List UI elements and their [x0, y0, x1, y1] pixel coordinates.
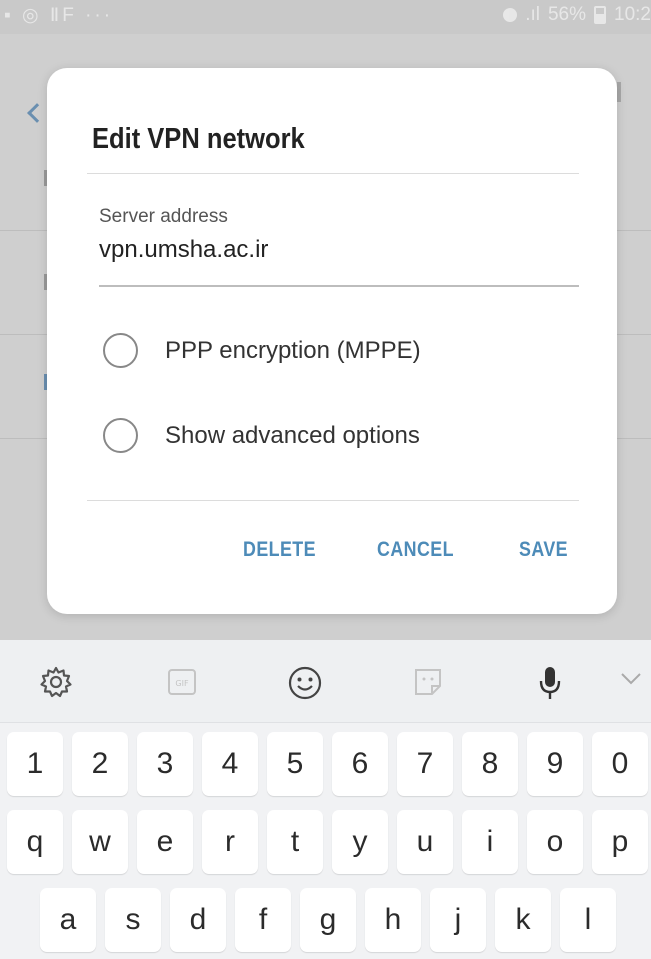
- key-8[interactable]: 8: [462, 732, 518, 796]
- key-s[interactable]: s: [105, 888, 161, 952]
- key-w[interactable]: w: [72, 810, 128, 874]
- key-y[interactable]: y: [332, 810, 388, 874]
- settings-icon[interactable]: [38, 664, 74, 700]
- gif-icon[interactable]: GIF: [164, 664, 200, 700]
- key-j[interactable]: j: [430, 888, 486, 952]
- save-button[interactable]: SAVE: [519, 538, 568, 562]
- show-advanced-radio[interactable]: [103, 418, 138, 453]
- title-divider: [87, 173, 579, 174]
- key-1[interactable]: 1: [7, 732, 63, 796]
- key-g[interactable]: g: [300, 888, 356, 952]
- clock: 10:2: [614, 4, 651, 25]
- key-7[interactable]: 7: [397, 732, 453, 796]
- battery-percent: 56%: [547, 4, 587, 25]
- show-advanced-label: Show advanced options: [165, 421, 420, 449]
- signal-icon: .ıl: [525, 4, 540, 25]
- key-q[interactable]: q: [7, 810, 63, 874]
- soft-keyboard: GIF 1 2 3 4 5 6 7 8 9 0 q w e r t y u i …: [0, 640, 651, 959]
- buttons-divider: [87, 500, 579, 501]
- key-i[interactable]: i: [462, 810, 518, 874]
- key-a[interactable]: a: [40, 888, 96, 952]
- key-e[interactable]: e: [137, 810, 193, 874]
- status-notification-icons: ▪ ◎ ⅡF ···: [4, 5, 114, 26]
- edit-vpn-dialog: Edit VPN network Server address PPP encr…: [47, 68, 617, 614]
- key-f[interactable]: f: [235, 888, 291, 952]
- server-address-underline: [99, 285, 579, 287]
- battery-icon: [594, 6, 607, 24]
- key-o[interactable]: o: [527, 810, 583, 874]
- key-0[interactable]: 0: [592, 732, 648, 796]
- keyboard-toolbar: GIF: [0, 640, 651, 723]
- key-k[interactable]: k: [495, 888, 551, 952]
- status-bar: ▪ ◎ ⅡF ··· .ıl 56% 10:2: [0, 0, 651, 34]
- show-advanced-option[interactable]: Show advanced options: [103, 418, 420, 453]
- key-r[interactable]: r: [202, 810, 258, 874]
- back-arrow-icon: [27, 103, 47, 123]
- key-3[interactable]: 3: [137, 732, 193, 796]
- cancel-button[interactable]: CANCEL: [377, 538, 454, 562]
- delete-button[interactable]: DELETE: [243, 538, 316, 562]
- key-u[interactable]: u: [397, 810, 453, 874]
- key-t[interactable]: t: [267, 810, 323, 874]
- ppp-encryption-radio[interactable]: [103, 333, 138, 368]
- emoji-icon[interactable]: [286, 664, 324, 702]
- ppp-encryption-label: PPP encryption (MPPE): [165, 336, 421, 364]
- chevron-down-icon[interactable]: [618, 664, 644, 694]
- key-5[interactable]: 5: [267, 732, 323, 796]
- key-p[interactable]: p: [592, 810, 648, 874]
- sticker-icon[interactable]: [410, 664, 446, 700]
- key-9[interactable]: 9: [527, 732, 583, 796]
- key-l[interactable]: l: [560, 888, 616, 952]
- key-h[interactable]: h: [365, 888, 421, 952]
- dialog-title: Edit VPN network: [92, 123, 305, 155]
- server-address-label: Server address: [99, 206, 228, 227]
- key-4[interactable]: 4: [202, 732, 258, 796]
- svg-text:GIF: GIF: [175, 679, 189, 688]
- sync-icon: [503, 8, 518, 22]
- key-6[interactable]: 6: [332, 732, 388, 796]
- key-2[interactable]: 2: [72, 732, 128, 796]
- key-d[interactable]: d: [170, 888, 226, 952]
- microphone-icon[interactable]: [534, 664, 566, 702]
- server-address-input[interactable]: [99, 236, 579, 264]
- ppp-encryption-option[interactable]: PPP encryption (MPPE): [103, 333, 421, 368]
